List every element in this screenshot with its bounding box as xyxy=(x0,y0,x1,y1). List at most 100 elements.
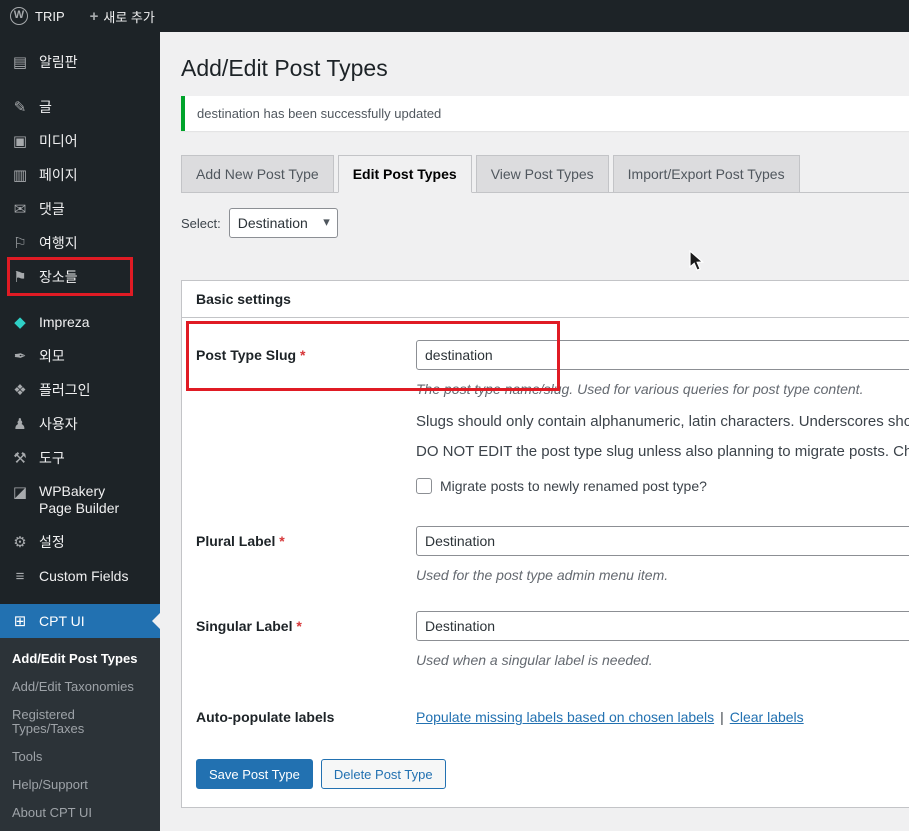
sidebar-item-places[interactable]: ⚑ 장소들 xyxy=(0,260,160,294)
submenu-item-help-support[interactable]: Help/Support xyxy=(0,771,160,799)
sidebar-item-label: 댓글 xyxy=(39,200,65,217)
comments-icon: ✉ xyxy=(13,201,27,218)
migrate-posts-label: Migrate posts to newly renamed post type… xyxy=(440,478,707,494)
required-asterisk: * xyxy=(299,347,306,363)
sidebar-item-label: 알림판 xyxy=(39,53,78,70)
post-type-tabs: Add New Post Type Edit Post Types View Pos… xyxy=(181,155,909,193)
sidebar-item-label: 장소들 xyxy=(39,268,78,285)
brush-icon: ✒ xyxy=(13,348,27,365)
plural-label-input[interactable] xyxy=(416,526,909,556)
singular-label-input[interactable] xyxy=(416,611,909,641)
menu-separator xyxy=(0,593,160,604)
sidebar-item-label: 페이지 xyxy=(39,166,78,183)
sidebar-item-label: 설정 xyxy=(39,533,65,550)
autopopulate-label: Auto-populate labels xyxy=(196,709,335,725)
submenu-item-add-edit-taxonomies[interactable]: Add/Edit Taxonomies xyxy=(0,673,160,701)
sidebar-item-label: 사용자 xyxy=(39,415,78,432)
sidebar-item-label: CPT UI xyxy=(39,612,85,629)
singular-help-text: Used when a singular label is needed. xyxy=(416,652,653,668)
required-asterisk: * xyxy=(279,533,285,549)
sidebar-item-plugins[interactable]: ❖ 플러그인 xyxy=(0,373,160,407)
sidebar-item-wpbakery[interactable]: ◪ WPBakery Page Builder xyxy=(0,475,160,525)
panel-title: Basic settings xyxy=(182,281,909,318)
posts-icon: ✎ xyxy=(13,99,27,116)
sidebar-item-custom-fields[interactable]: ≡ Custom Fields xyxy=(0,559,160,593)
post-type-select[interactable]: Destination xyxy=(228,208,338,238)
sidebar-item-label: Custom Fields xyxy=(39,567,129,584)
sidebar-item-comments[interactable]: ✉ 댓글 xyxy=(0,192,160,226)
autopopulate-row: Auto-populate labels Populate missing la… xyxy=(182,668,909,732)
migrate-posts-checkbox[interactable] xyxy=(416,478,432,494)
sidebar-item-impreza[interactable]: ◆ Impreza xyxy=(0,305,160,339)
slug-description-line1: Slugs should only contain alphanumeric, … xyxy=(416,413,909,430)
admin-bar: W TRIP + 새로 추가 xyxy=(0,0,909,32)
pages-icon: ▥ xyxy=(12,167,28,184)
main-content: Add/Edit Post Types destination has been… xyxy=(160,32,909,831)
list-icon: ≡ xyxy=(15,567,25,585)
wordpress-logo-icon[interactable]: W xyxy=(10,7,28,25)
menu-separator xyxy=(0,79,160,90)
form-actions: Save Post Type Delete Post Type xyxy=(182,759,909,789)
slug-label: Post Type Slug * xyxy=(196,347,306,363)
sidebar-item-cpt-ui[interactable]: ⊞ CPT UI xyxy=(0,604,160,638)
plural-help-text: Used for the post type admin menu item. xyxy=(416,567,669,583)
singular-label: Singular Label * xyxy=(196,618,302,634)
sidebar-item-tools[interactable]: ⚒ 도구 xyxy=(0,441,160,475)
sidebar-item-destinations[interactable]: ⚐ 여행지 xyxy=(0,226,160,260)
submenu-item-add-edit-post-types[interactable]: Add/Edit Post Types xyxy=(0,645,160,673)
sidebar-item-appearance[interactable]: ✒ 외모 xyxy=(0,339,160,373)
sidebar-item-label: 여행지 xyxy=(39,234,78,251)
required-asterisk: * xyxy=(296,618,302,634)
plural-label: Plural Label * xyxy=(196,533,285,549)
tab-add-new-post-type[interactable]: Add New Post Type xyxy=(181,155,334,193)
wordpress-admin-screen: W TRIP + 새로 추가 ▤ 알림판 ✎ 글 ▣ 미디어 ▥ 페이지 ✉ 댓… xyxy=(0,0,909,831)
tab-edit-post-types[interactable]: Edit Post Types xyxy=(337,155,472,193)
gear-icon: ⚙ xyxy=(13,534,27,551)
submenu-item-registered-types[interactable]: Registered Types/Taxes xyxy=(0,701,160,743)
sidebar-item-settings[interactable]: ⚙ 설정 xyxy=(0,525,160,559)
pushpin-icon: ⚑ xyxy=(13,269,27,286)
grid-icon: ⊞ xyxy=(13,613,27,630)
dashboard-icon: ▤ xyxy=(12,54,28,71)
site-name-link[interactable]: TRIP xyxy=(35,9,65,24)
menu-separator xyxy=(0,294,160,305)
new-content-link[interactable]: + 새로 추가 xyxy=(90,7,155,26)
delete-post-type-button[interactable]: Delete Post Type xyxy=(320,759,446,789)
submenu-item-tools[interactable]: Tools xyxy=(0,743,160,771)
populate-labels-link[interactable]: Populate missing labels based on chosen … xyxy=(416,702,714,732)
admin-sidebar: ▤ 알림판 ✎ 글 ▣ 미디어 ▥ 페이지 ✉ 댓글 ⚐ 여행지 ⚑ 장소들 ◆… xyxy=(0,32,160,831)
cpt-ui-submenu: Add/Edit Post Types Add/Edit Taxonomies … xyxy=(0,638,160,831)
tab-import-export-post-types[interactable]: Import/Export Post Types xyxy=(612,155,800,193)
clear-labels-link[interactable]: Clear labels xyxy=(730,702,804,732)
tab-view-post-types[interactable]: View Post Types xyxy=(475,155,609,193)
sidebar-item-label: 글 xyxy=(39,98,52,115)
flag-icon: ⚐ xyxy=(13,235,27,252)
save-post-type-button[interactable]: Save Post Type xyxy=(196,759,313,789)
sidebar-item-posts[interactable]: ✎ 글 xyxy=(0,90,160,124)
plugin-icon: ❖ xyxy=(13,382,27,399)
slug-description-line2: DO NOT EDIT the post type slug unless al… xyxy=(416,443,909,460)
page-title: Add/Edit Post Types xyxy=(181,55,388,81)
submenu-item-about-cpt-ui[interactable]: About CPT UI xyxy=(0,799,160,827)
plural-field-row: Plural Label * Used for the post type ad… xyxy=(182,494,909,583)
sidebar-item-dashboard[interactable]: ▤ 알림판 xyxy=(0,45,160,79)
current-menu-arrow xyxy=(144,613,160,629)
wpbakery-icon: ◪ xyxy=(12,484,28,501)
user-icon: ♟ xyxy=(13,416,27,433)
sidebar-item-label: 플러그인 xyxy=(39,381,91,398)
new-content-label: 새로 추가 xyxy=(103,9,155,25)
wrench-icon: ⚒ xyxy=(13,450,27,467)
success-notice: destination has been successfully update… xyxy=(181,96,909,131)
plus-icon: + xyxy=(89,7,99,25)
sidebar-item-label: WPBakery Page Builder xyxy=(39,483,120,516)
sidebar-item-label: 도구 xyxy=(39,449,65,466)
sidebar-item-users[interactable]: ♟ 사용자 xyxy=(0,407,160,441)
sidebar-item-pages[interactable]: ▥ 페이지 xyxy=(0,158,160,192)
sidebar-item-media[interactable]: ▣ 미디어 xyxy=(0,124,160,158)
post-type-select-row: Select: Destination ▾ xyxy=(181,208,909,238)
success-notice-text: destination has been successfully update… xyxy=(197,106,442,121)
basic-settings-panel: Basic settings Post Type Slug * The post… xyxy=(181,280,909,808)
impreza-icon: ◆ xyxy=(14,314,26,331)
slug-input[interactable] xyxy=(416,340,909,370)
singular-field-row: Singular Label * Used when a singular la… xyxy=(182,583,909,668)
